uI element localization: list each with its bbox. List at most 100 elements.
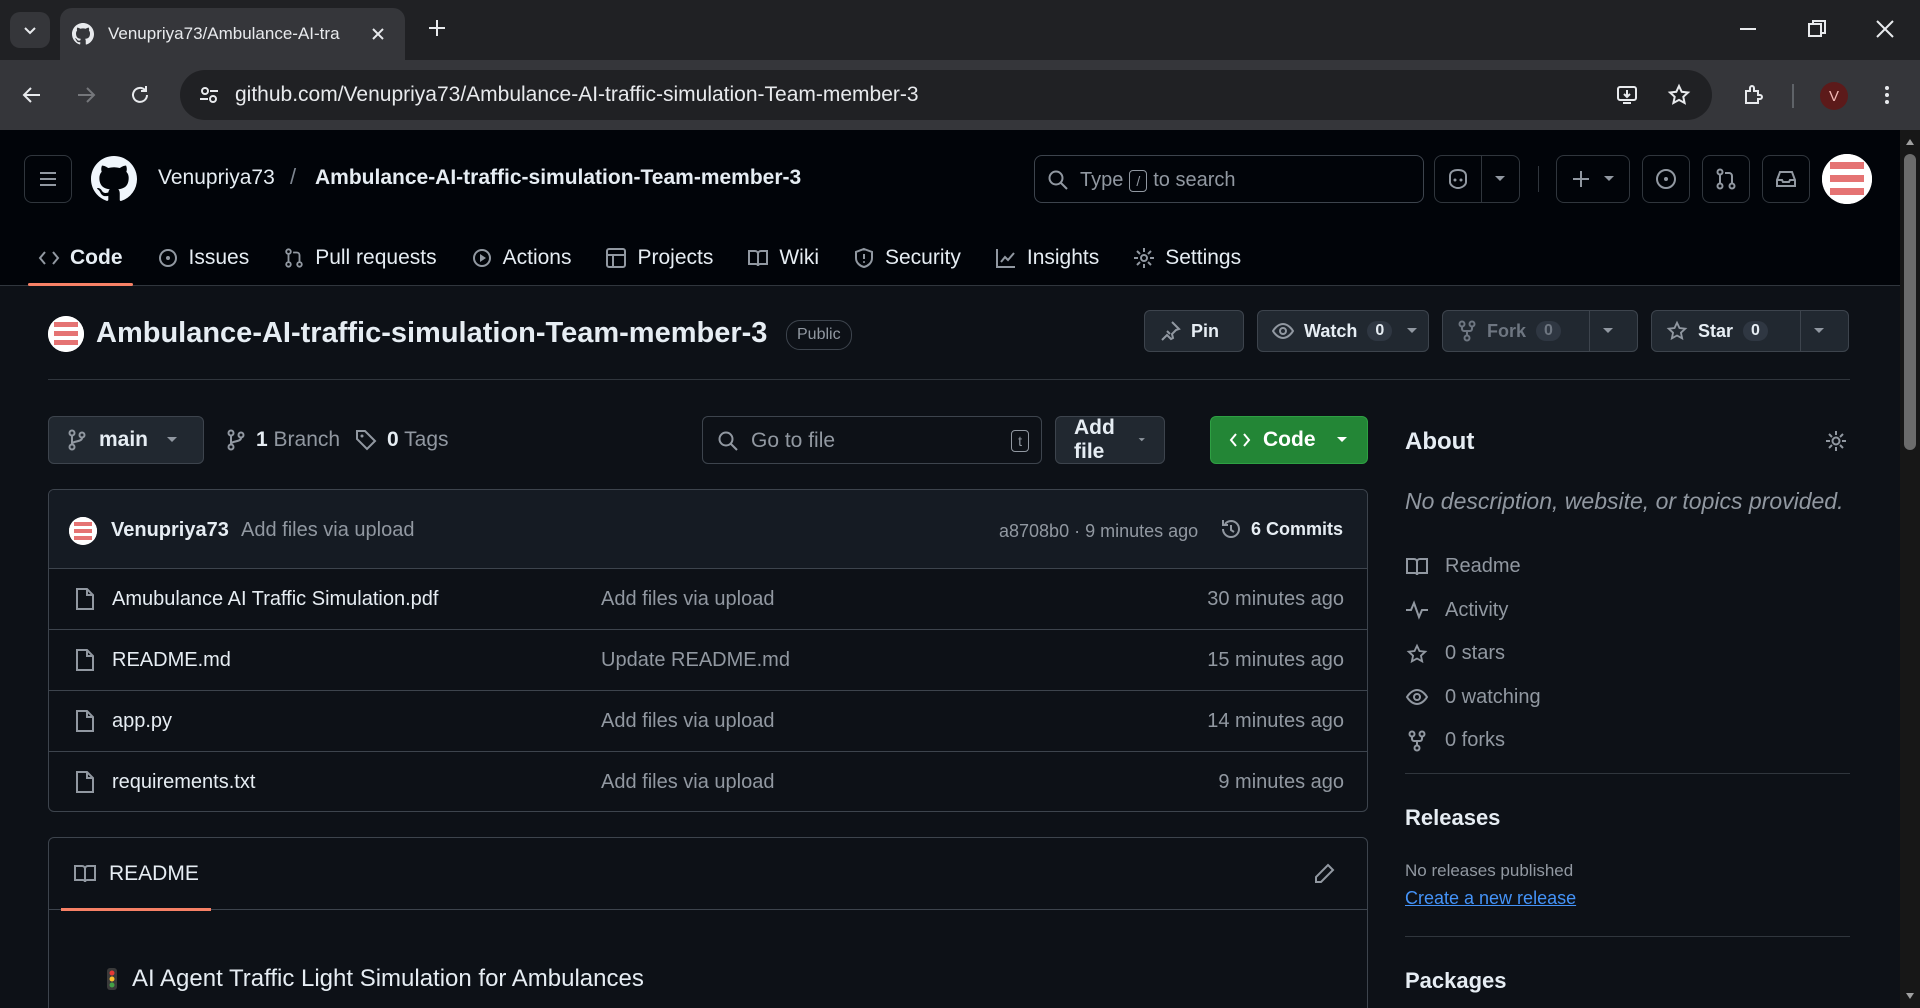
browser-tab[interactable]: Venupriya73/Ambulance-AI-tra xyxy=(60,8,405,60)
commits-history-link[interactable]: 6 Commits xyxy=(1219,517,1343,541)
file-commit-message[interactable]: Add files via upload xyxy=(601,771,774,794)
activity-link[interactable]: Activity xyxy=(1405,589,1541,633)
go-to-file-input[interactable]: Go to file t xyxy=(702,416,1042,464)
tab-wiki[interactable]: Wiki xyxy=(737,230,829,286)
back-icon[interactable] xyxy=(20,83,44,107)
star-dropdown[interactable] xyxy=(1800,311,1837,351)
user-avatar[interactable] xyxy=(1822,154,1872,204)
breadcrumb-repo[interactable]: Ambulance-AI-traffic-simulation-Team-mem… xyxy=(315,166,801,190)
chevron-down-icon xyxy=(24,27,36,35)
file-row[interactable]: app.py Add files via upload 14 minutes a… xyxy=(49,691,1367,752)
tab-search-button[interactable] xyxy=(10,12,50,48)
pin-button[interactable]: Pin xyxy=(1144,310,1244,352)
minimize-icon[interactable] xyxy=(1737,18,1759,40)
readme-link[interactable]: Readme xyxy=(1405,545,1541,589)
file-name[interactable]: README.md xyxy=(112,649,231,672)
pencil-icon[interactable] xyxy=(1313,863,1335,885)
star-icon xyxy=(1406,643,1428,663)
tags-link[interactable]: 0 Tags xyxy=(355,428,449,452)
caret-down-icon xyxy=(167,437,178,442)
menu-icon xyxy=(40,172,56,186)
copilot-button[interactable] xyxy=(1434,155,1520,203)
hamburger-menu-button[interactable] xyxy=(24,155,72,203)
issue-circle-icon xyxy=(1656,169,1676,189)
tab-projects[interactable]: Projects xyxy=(595,230,723,286)
bookmark-star-icon[interactable] xyxy=(1667,83,1691,107)
pull-request-icon xyxy=(1716,168,1736,190)
restore-icon[interactable] xyxy=(1806,18,1828,40)
forks-link[interactable]: 0 forks xyxy=(1405,719,1541,763)
gear-icon[interactable] xyxy=(1824,429,1848,453)
reload-icon[interactable] xyxy=(128,83,152,107)
watching-link[interactable]: 0 watching xyxy=(1405,676,1541,720)
tab-wiki-label: Wiki xyxy=(779,246,819,269)
file-icon xyxy=(76,588,94,610)
commit-message[interactable]: Add files via upload xyxy=(241,519,414,542)
branch-selector[interactable]: main xyxy=(48,416,204,464)
fork-icon xyxy=(1408,730,1426,752)
create-release-link[interactable]: Create a new release xyxy=(1405,888,1576,909)
create-new-button[interactable] xyxy=(1556,155,1630,203)
scroll-down-icon[interactable] xyxy=(1905,992,1915,1000)
readme-tab[interactable]: README xyxy=(61,838,211,911)
commit-hash-time[interactable]: a8708b0 · 9 minutes ago xyxy=(999,521,1198,542)
watch-button[interactable]: Watch 0 xyxy=(1257,310,1429,352)
file-row[interactable]: Amubulance AI Traffic Simulation.pdf Add… xyxy=(49,569,1367,630)
page-scrollbar[interactable] xyxy=(1900,130,1920,1008)
repo-owner-avatar[interactable] xyxy=(48,316,84,352)
add-file-button[interactable]: Add file xyxy=(1055,416,1165,464)
activity-link-label: Activity xyxy=(1445,598,1509,621)
issue-circle-icon xyxy=(158,249,177,267)
releases-title[interactable]: Releases xyxy=(1405,805,1500,831)
tab-actions[interactable]: Actions xyxy=(461,230,582,286)
install-app-icon[interactable] xyxy=(1615,83,1639,107)
fork-dropdown[interactable] xyxy=(1589,311,1626,351)
star-button[interactable]: Star 0 xyxy=(1651,310,1849,352)
file-name[interactable]: requirements.txt xyxy=(112,771,255,794)
global-search-input[interactable]: Type / to search xyxy=(1034,155,1424,203)
forward-icon[interactable] xyxy=(74,83,98,107)
address-bar[interactable]: github.com/Venupriya73/Ambulance-AI-traf… xyxy=(180,70,1712,120)
inbox-button[interactable] xyxy=(1762,155,1810,203)
extensions-icon[interactable] xyxy=(1742,83,1766,107)
file-commit-message[interactable]: Add files via upload xyxy=(601,588,774,611)
watch-dropdown[interactable] xyxy=(1400,327,1424,335)
file-name[interactable]: Amubulance AI Traffic Simulation.pdf xyxy=(112,588,438,611)
packages-title[interactable]: Packages xyxy=(1405,968,1507,994)
tab-pull-requests[interactable]: Pull requests xyxy=(273,230,446,286)
stars-link[interactable]: 0 stars xyxy=(1405,632,1541,676)
code-dropdown-button[interactable]: Code xyxy=(1210,416,1368,464)
pull-requests-button[interactable] xyxy=(1702,155,1750,203)
scrollbar-thumb[interactable] xyxy=(1904,154,1916,450)
site-settings-icon[interactable] xyxy=(198,84,220,106)
browser-menu-icon[interactable] xyxy=(1875,83,1899,107)
fork-button[interactable]: Fork 0 xyxy=(1442,310,1638,352)
profile-avatar[interactable]: V xyxy=(1820,82,1848,110)
branches-link[interactable]: 1 Branch xyxy=(226,428,340,452)
file-row[interactable]: README.md Update README.md 15 minutes ag… xyxy=(49,630,1367,691)
tab-insights[interactable]: Insights xyxy=(985,230,1109,286)
tab-settings[interactable]: Settings xyxy=(1123,230,1251,286)
new-tab-icon[interactable] xyxy=(425,16,449,40)
tab-issues[interactable]: Issues xyxy=(147,230,260,286)
repo-name[interactable]: Ambulance-AI-traffic-simulation-Team-mem… xyxy=(96,317,767,350)
file-commit-message[interactable]: Update README.md xyxy=(601,649,790,672)
tab-code[interactable]: Code xyxy=(28,230,133,286)
window-close-icon[interactable] xyxy=(1874,18,1896,40)
github-logo-icon[interactable] xyxy=(91,156,137,202)
commit-author-avatar[interactable] xyxy=(69,517,97,545)
forks-link-label: 0 forks xyxy=(1445,729,1506,752)
close-icon[interactable] xyxy=(370,26,386,42)
scroll-up-icon[interactable] xyxy=(1905,138,1915,146)
copilot-main[interactable] xyxy=(1435,156,1482,202)
issues-button[interactable] xyxy=(1642,155,1690,203)
caret-down-icon xyxy=(1814,328,1824,333)
breadcrumb-owner[interactable]: Venupriya73 xyxy=(158,166,275,190)
file-commit-message[interactable]: Add files via upload xyxy=(601,710,774,733)
copilot-dropdown[interactable] xyxy=(1482,175,1519,183)
commit-author[interactable]: Venupriya73 xyxy=(111,519,229,542)
browser-toolbar: github.com/Venupriya73/Ambulance-AI-traf… xyxy=(0,60,1920,130)
file-row[interactable]: requirements.txt Add files via upload 9 … xyxy=(49,752,1367,811)
tab-security[interactable]: Security xyxy=(843,230,971,286)
file-name[interactable]: app.py xyxy=(112,710,172,733)
